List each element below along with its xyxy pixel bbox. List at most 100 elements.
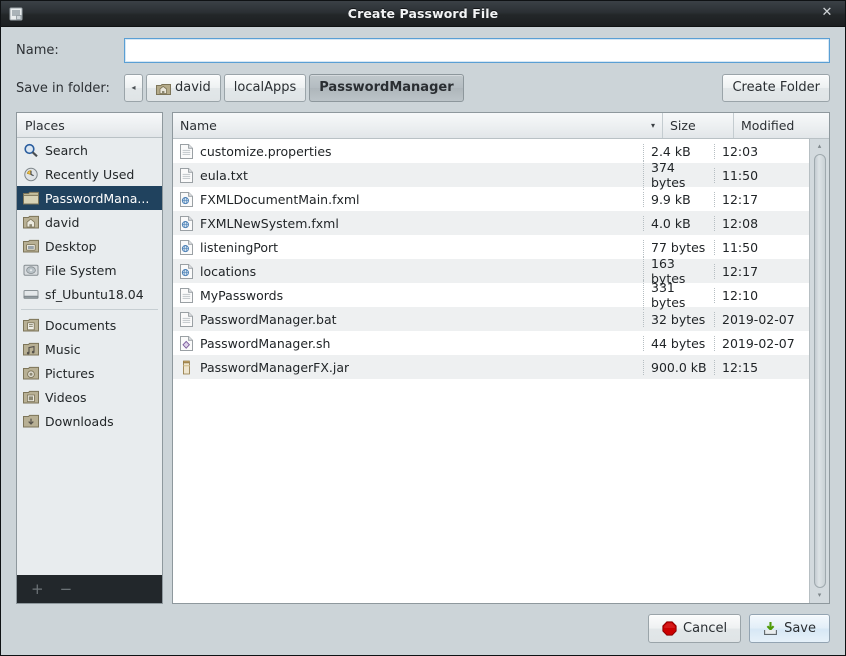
close-icon[interactable]: ✕ bbox=[818, 4, 836, 22]
scrollbar-thumb[interactable] bbox=[813, 154, 826, 588]
text-file-icon bbox=[180, 143, 193, 159]
sidebar-item-label: Videos bbox=[45, 389, 87, 405]
name-row: Name: bbox=[1, 27, 845, 67]
sidebar-item-label: sf_Ubuntu18.04 bbox=[45, 286, 144, 302]
sidebar-item-label: Downloads bbox=[45, 413, 114, 429]
column-header-modified[interactable]: Modified bbox=[734, 113, 829, 138]
scroll-up-icon[interactable]: ▴ bbox=[818, 141, 822, 152]
file-name-cell: PasswordManagerFX.jar bbox=[173, 360, 643, 375]
sidebar-item-recently-used[interactable]: Recently Used bbox=[17, 162, 162, 186]
column-header-size[interactable]: Size bbox=[663, 113, 734, 138]
scrollbar-track[interactable] bbox=[810, 152, 829, 590]
file-name-cell: locations bbox=[173, 263, 643, 279]
sidebar-item-music[interactable]: Music bbox=[17, 337, 162, 361]
table-row[interactable]: PasswordManagerFX.jar 900.0 kB 12:15 bbox=[173, 355, 809, 379]
file-name-cell: PasswordManager.sh bbox=[173, 335, 643, 351]
table-row[interactable]: FXMLDocumentMain.fxml 9.9 kB 12:17 bbox=[173, 187, 809, 211]
file-name: eula.txt bbox=[200, 167, 248, 183]
sidebar-item-file-system[interactable]: File System bbox=[17, 258, 162, 282]
remove-place-button[interactable]: − bbox=[60, 581, 73, 597]
file-size: 77 bytes bbox=[643, 239, 714, 255]
sidebar-item-david[interactable]: david bbox=[17, 210, 162, 234]
file-name: FXMLNewSystem.fxml bbox=[200, 215, 339, 231]
music-folder-icon bbox=[23, 342, 39, 356]
file-name-cell: eula.txt bbox=[173, 167, 643, 183]
sidebar-item-passwordmanager[interactable]: PasswordMana... bbox=[17, 186, 162, 210]
column-header-name[interactable]: Name ▾ bbox=[173, 113, 663, 138]
sidebar-item-label: Documents bbox=[45, 317, 117, 333]
table-row[interactable]: eula.txt 374 bytes 11:50 bbox=[173, 160, 809, 190]
add-place-button[interactable]: + bbox=[31, 581, 44, 597]
jar-file-icon bbox=[180, 360, 193, 375]
name-input[interactable] bbox=[124, 38, 830, 63]
file-modified: 12:03 bbox=[714, 143, 809, 159]
text-file-icon bbox=[180, 167, 193, 183]
save-button[interactable]: Save bbox=[749, 614, 830, 643]
table-row[interactable]: MyPasswords 331 bytes 12:10 bbox=[173, 280, 809, 310]
downloads-folder-icon bbox=[23, 414, 39, 428]
text-file-icon bbox=[180, 311, 193, 327]
window-title: Create Password File bbox=[347, 6, 499, 21]
table-row[interactable]: PasswordManager.sh 44 bytes 2019-02-07 bbox=[173, 331, 809, 355]
file-modified: 2019-02-07 bbox=[714, 311, 809, 327]
scroll-down-icon[interactable]: ▾ bbox=[818, 590, 822, 601]
create-password-file-dialog: Create Password File ✕ Name: Save in fol… bbox=[0, 0, 846, 656]
window-icon bbox=[8, 6, 24, 22]
places-footer: + − bbox=[17, 575, 162, 603]
file-size: 374 bytes bbox=[643, 160, 714, 190]
file-modified: 12:17 bbox=[714, 263, 809, 279]
file-name: PasswordManager.sh bbox=[200, 335, 331, 351]
drive-icon bbox=[23, 263, 39, 277]
xml-file-icon bbox=[180, 239, 193, 255]
titlebar: Create Password File ✕ bbox=[1, 1, 845, 27]
sidebar-item-pictures[interactable]: Pictures bbox=[17, 361, 162, 385]
file-list-body: customize.properties 2.4 kB 12:03 eula.t… bbox=[173, 139, 829, 603]
file-modified: 11:50 bbox=[714, 239, 809, 255]
text-file-icon bbox=[180, 287, 193, 303]
file-rows: customize.properties 2.4 kB 12:03 eula.t… bbox=[173, 139, 809, 603]
cancel-button[interactable]: Cancel bbox=[648, 614, 742, 643]
home-folder-icon bbox=[23, 215, 39, 229]
breadcrumb-back-button[interactable]: ◂ bbox=[124, 74, 143, 102]
save-in-folder-row: Save in folder: ◂ david localApps Passwo… bbox=[1, 67, 845, 112]
file-name-cell: PasswordManager.bat bbox=[173, 311, 643, 327]
file-size: 44 bytes bbox=[643, 335, 714, 351]
breadcrumb-item-david[interactable]: david bbox=[146, 74, 221, 102]
sidebar-item-downloads[interactable]: Downloads bbox=[17, 409, 162, 433]
file-modified: 12:10 bbox=[714, 287, 809, 303]
file-name-cell: customize.properties bbox=[173, 143, 643, 159]
breadcrumb-label: david bbox=[175, 80, 211, 95]
sidebar-item-sf-ubuntu[interactable]: sf_Ubuntu18.04 bbox=[17, 282, 162, 306]
sidebar-item-desktop[interactable]: Desktop bbox=[17, 234, 162, 258]
file-name: PasswordManagerFX.jar bbox=[200, 359, 350, 375]
file-list-panel: Name ▾ Size Modified customize.propertie… bbox=[172, 112, 830, 604]
pictures-folder-icon bbox=[23, 366, 39, 380]
cancel-label: Cancel bbox=[683, 621, 728, 636]
search-icon bbox=[23, 143, 39, 158]
xml-file-icon bbox=[180, 191, 193, 207]
folder-icon bbox=[23, 191, 39, 205]
desktop-folder-icon bbox=[23, 239, 39, 253]
file-size: 32 bytes bbox=[643, 311, 714, 327]
file-modified: 12:17 bbox=[714, 191, 809, 207]
breadcrumb: ◂ david localApps PasswordManager bbox=[124, 74, 722, 102]
save-download-icon bbox=[763, 621, 778, 636]
table-row[interactable]: PasswordManager.bat 32 bytes 2019-02-07 bbox=[173, 307, 809, 331]
table-row[interactable]: FXMLNewSystem.fxml 4.0 kB 12:08 bbox=[173, 211, 809, 235]
sidebar-item-documents[interactable]: Documents bbox=[17, 313, 162, 337]
file-name-cell: FXMLDocumentMain.fxml bbox=[173, 191, 643, 207]
file-modified: 12:08 bbox=[714, 215, 809, 231]
sidebar-item-label: david bbox=[45, 214, 80, 230]
file-modified: 11:50 bbox=[714, 167, 809, 183]
file-name-cell: FXMLNewSystem.fxml bbox=[173, 215, 643, 231]
sidebar-item-label: Music bbox=[45, 341, 81, 357]
breadcrumb-item-localapps[interactable]: localApps bbox=[223, 74, 307, 102]
home-folder-icon bbox=[156, 82, 171, 95]
breadcrumb-item-passwordmanager[interactable]: PasswordManager bbox=[309, 74, 464, 102]
sidebar-item-search[interactable]: Search bbox=[17, 138, 162, 162]
stop-icon bbox=[662, 621, 677, 636]
create-folder-button[interactable]: Create Folder bbox=[722, 74, 830, 102]
column-header-label: Modified bbox=[741, 118, 795, 133]
vertical-scrollbar[interactable]: ▴ ▾ bbox=[809, 139, 829, 603]
sidebar-item-videos[interactable]: Videos bbox=[17, 385, 162, 409]
